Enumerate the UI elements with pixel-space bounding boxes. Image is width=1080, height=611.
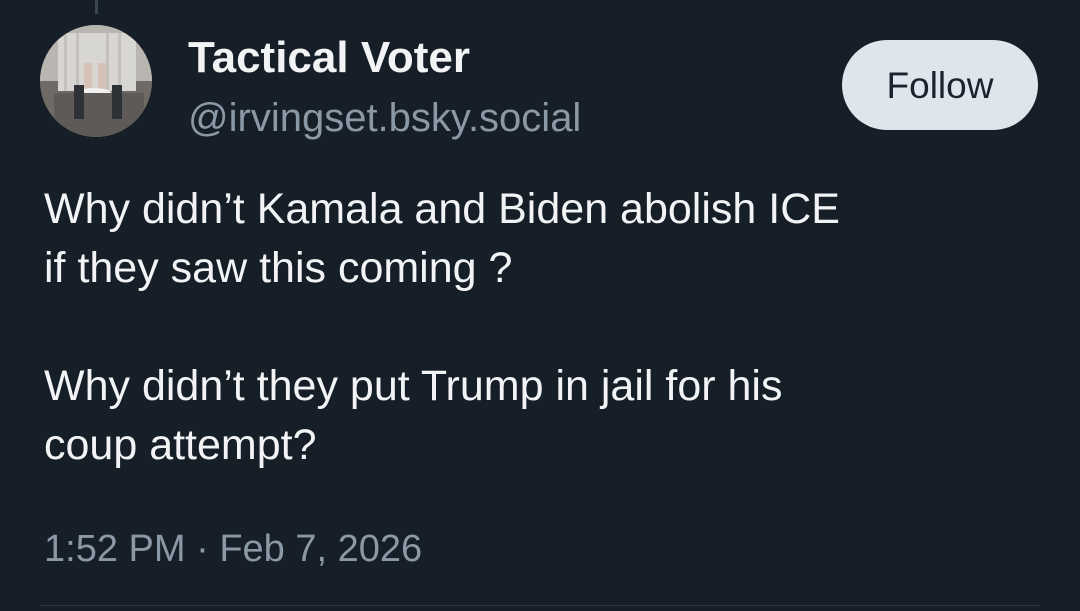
post-line: if they saw this coming ? xyxy=(44,244,513,292)
post: Tactical Voter @irvingset.bsky.social Fo… xyxy=(0,0,1080,611)
post-line: coup attempt? xyxy=(44,421,317,469)
avatar[interactable] xyxy=(40,25,152,137)
post-meta-separator: · xyxy=(196,528,209,570)
post-timestamp[interactable]: 1:52 PM · Feb 7, 2026 xyxy=(44,525,422,573)
author-display-name[interactable]: Tactical Voter xyxy=(188,32,470,84)
post-paragraph: Why didn’t Kamala and Biden abolish ICE … xyxy=(44,180,1044,298)
post-text: Why didn’t Kamala and Biden abolish ICE … xyxy=(44,180,1044,475)
post-paragraph: Why didn’t they put Trump in jail for hi… xyxy=(44,357,1044,475)
post-date: Feb 7, 2026 xyxy=(219,528,423,570)
avatar-photo-icon xyxy=(40,25,152,137)
author-handle[interactable]: @irvingset.bsky.social xyxy=(188,94,581,142)
post-time: 1:52 PM xyxy=(44,528,186,570)
post-line: Why didn’t they put Trump in jail for hi… xyxy=(44,362,783,410)
post-line: Why didn’t Kamala and Biden abolish ICE xyxy=(44,185,840,233)
post-divider xyxy=(40,605,1040,606)
follow-button[interactable]: Follow xyxy=(842,40,1038,130)
